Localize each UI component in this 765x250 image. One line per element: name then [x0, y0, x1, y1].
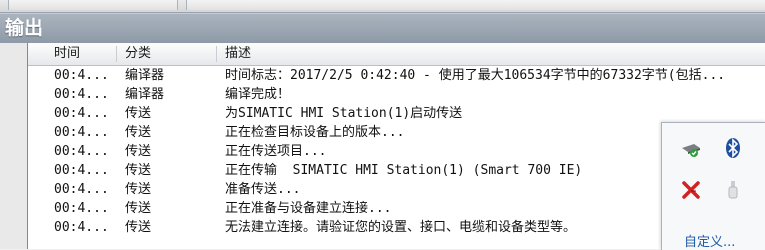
table-row[interactable]: 00:4... 传送 无法建立连接。请验证您的设置、接口、电缆和设备类型等。 — [28, 218, 765, 237]
output-window-titlebar: 输出 — [0, 13, 765, 44]
row-time: 00:4... — [54, 182, 109, 197]
row-description: 时间标志：2017/2/5 0:42:40 - 使用了最大106534字节中的6… — [225, 68, 726, 83]
row-time: 00:4... — [54, 68, 109, 83]
table-row[interactable]: 00:4... 编译器 编译完成！ — [28, 85, 765, 104]
row-time: 00:4... — [54, 220, 109, 235]
toolbar-segment — [8, 0, 178, 10]
row-description: 正在传输 SIMATIC HMI Station(1) (Smart 700 I… — [225, 163, 583, 178]
row-description: 正在检查目标设备上的版本... — [225, 125, 405, 140]
table-header: 时间 分类 描述 — [28, 43, 765, 66]
column-header-time[interactable]: 时间 — [54, 43, 80, 65]
row-category: 传送 — [125, 163, 152, 178]
customize-link[interactable]: 自定义... — [684, 231, 735, 250]
left-gutter — [0, 43, 27, 249]
row-category: 编译器 — [125, 68, 165, 83]
network-icon[interactable] — [680, 139, 702, 161]
table-row[interactable]: 00:4... 传送 正在准备与设备建立连接... — [28, 199, 765, 218]
row-description: 正在准备与设备建立连接... — [225, 201, 392, 216]
row-time: 00:4... — [54, 163, 109, 178]
row-time: 00:4... — [54, 125, 109, 140]
row-time: 00:4... — [54, 201, 109, 216]
row-description: 准备传送... — [225, 182, 301, 197]
table-row[interactable]: 00:4... 传送 准备传送... — [28, 180, 765, 199]
error-x-icon[interactable] — [680, 179, 702, 201]
top-toolbar-strip — [0, 0, 765, 13]
row-description: 正在传送项目... — [225, 144, 327, 159]
toolbar-segment — [186, 0, 765, 10]
row-category: 传送 — [125, 125, 152, 140]
table-row[interactable]: 00:4... 传送 为SIMATIC HMI Station(1)启动传送 — [28, 104, 765, 123]
output-panel: 时间 分类 描述 00:4... 编译器 时间标志：2017/2/5 0:42:… — [27, 43, 765, 249]
row-category: 传送 — [125, 201, 152, 216]
row-category: 传送 — [125, 144, 152, 159]
row-category: 传送 — [125, 106, 152, 121]
usb-icon[interactable] — [722, 179, 744, 201]
column-header-description[interactable]: 描述 — [225, 43, 251, 65]
row-time: 00:4... — [54, 144, 109, 159]
window-title: 输出 — [5, 17, 44, 39]
row-category: 编译器 — [125, 87, 165, 102]
row-time: 00:4... — [54, 106, 109, 121]
row-description: 编译完成！ — [225, 87, 291, 102]
bluetooth-icon[interactable] — [722, 137, 744, 159]
row-description: 无法建立连接。请验证您的设置、接口、电缆和设备类型等。 — [225, 220, 577, 235]
column-header-category[interactable]: 分类 — [125, 43, 151, 65]
column-divider[interactable] — [116, 46, 117, 62]
row-time: 00:4... — [54, 87, 109, 102]
column-divider[interactable] — [216, 46, 217, 62]
row-description: 为SIMATIC HMI Station(1)启动传送 — [225, 106, 463, 121]
table-row[interactable]: 00:4... 传送 正在传输 SIMATIC HMI Station(1) (… — [28, 161, 765, 180]
table-row[interactable]: 00:4... 传送 正在传送项目... — [28, 142, 765, 161]
row-category: 传送 — [125, 182, 152, 197]
table-row[interactable]: 00:4... 传送 正在检查目标设备上的版本... — [28, 123, 765, 142]
row-category: 传送 — [125, 220, 152, 235]
notification-tray-popup: 自定义... — [661, 122, 765, 250]
table-row[interactable]: 00:4... 编译器 时间标志：2017/2/5 0:42:40 - 使用了最… — [28, 66, 765, 85]
